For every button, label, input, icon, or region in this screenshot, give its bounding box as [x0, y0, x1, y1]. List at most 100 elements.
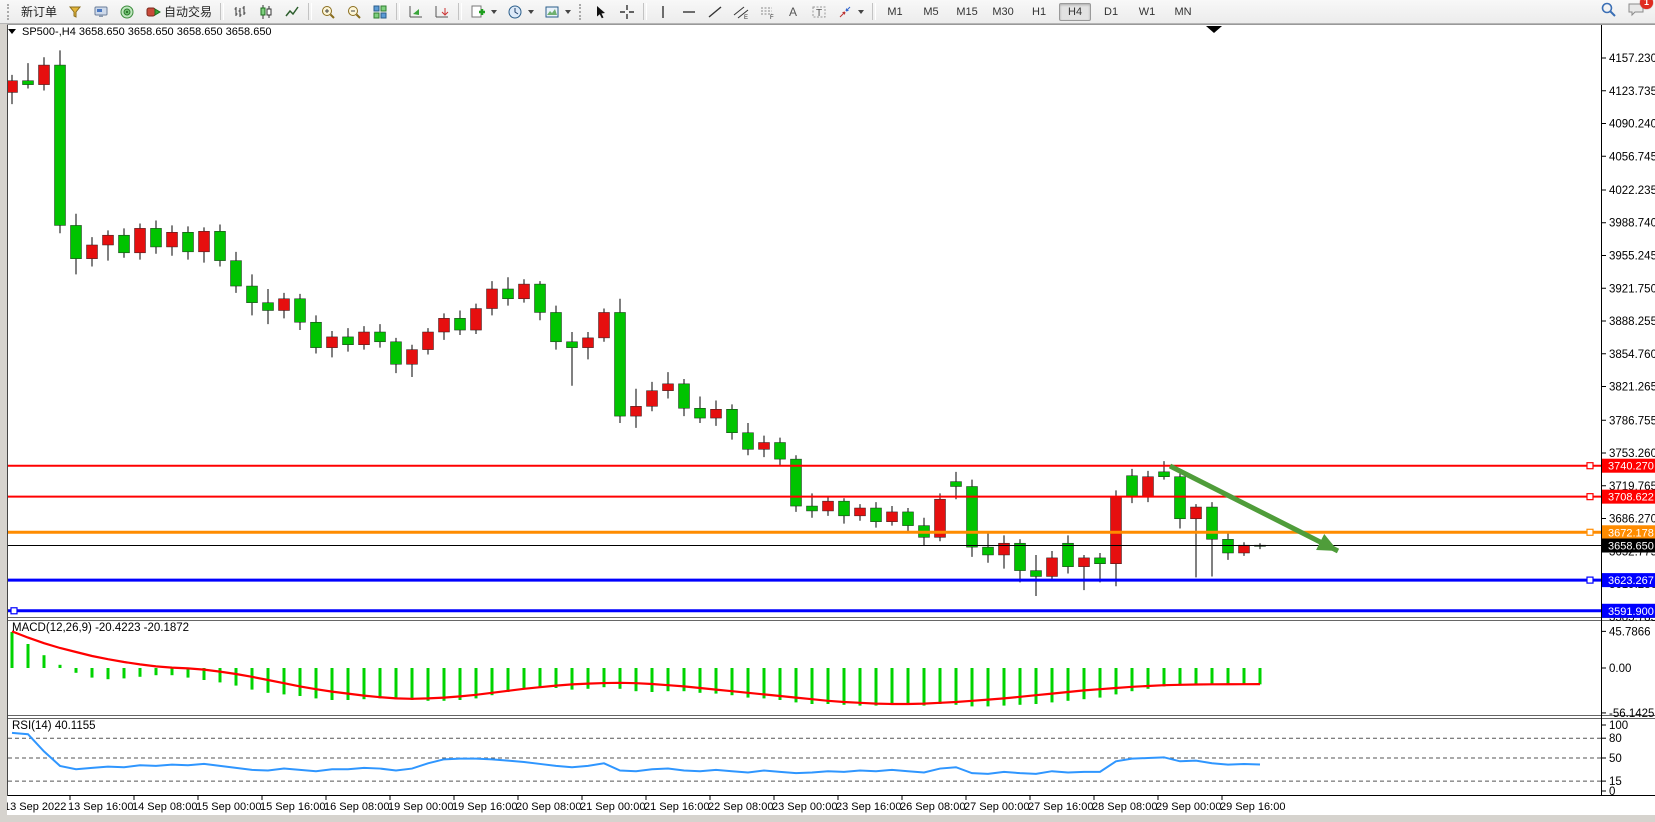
timeframe-button-m5[interactable]: M5	[915, 3, 947, 21]
timeframe-button-d1[interactable]: D1	[1095, 3, 1127, 21]
line-handle[interactable]	[1587, 494, 1593, 500]
terminal-icon[interactable]	[88, 1, 114, 23]
line-handle[interactable]	[1587, 463, 1593, 469]
candle-body	[375, 332, 386, 342]
tile-windows-icon[interactable]	[367, 1, 393, 23]
fibonacci-tool[interactable]: F	[754, 1, 780, 23]
dropdown-caret	[491, 10, 497, 14]
candle-body	[759, 443, 770, 450]
rsi-axis-tick-label: 80	[1609, 733, 1622, 745]
time-axis-label: 14 Sep 08:00	[132, 801, 197, 813]
macd-axis-tick-label: 0.00	[1609, 663, 1631, 675]
price-axis-tick-label: 3988.740	[1609, 218, 1655, 230]
auto-scroll-icon[interactable]	[429, 1, 455, 23]
time-axis-label: 28 Sep 08:00	[1092, 801, 1157, 813]
chart-menu-triangle[interactable]	[8, 29, 16, 34]
new-order-button[interactable]: 新订单	[16, 1, 62, 23]
autotrade-button[interactable]: 自动交易	[140, 1, 217, 23]
line-handle[interactable]	[11, 608, 17, 614]
candle-body	[55, 65, 66, 225]
text-label-tool[interactable]: T	[806, 1, 832, 23]
period-clock-button[interactable]	[502, 1, 539, 23]
candle-body	[503, 289, 514, 299]
candle-body	[551, 312, 562, 341]
time-axis-label: 21 Sep 16:00	[644, 801, 709, 813]
timeframe-button-m1[interactable]: M1	[879, 3, 911, 21]
candle-body	[743, 433, 754, 450]
line-chart-icon[interactable]	[279, 1, 305, 23]
mt4-window: 新订单 自动交易	[0, 0, 1655, 822]
price-badge-label: 3708.622	[1608, 492, 1654, 504]
price-axis-tick-label: 4090.240	[1609, 119, 1655, 131]
candle-body	[967, 487, 978, 548]
trendline-tool[interactable]	[702, 1, 728, 23]
chart-shift-icon[interactable]	[403, 1, 429, 23]
horizontal-line-tool[interactable]	[676, 1, 702, 23]
candle-body	[167, 232, 178, 247]
candle-body	[535, 284, 546, 312]
time-axis-label: 27 Sep 16:00	[1028, 801, 1093, 813]
candle-body	[1223, 539, 1234, 553]
zoom-in-icon[interactable]	[315, 1, 341, 23]
timeframe-button-h4[interactable]: H4	[1059, 3, 1091, 21]
candle-body	[1191, 507, 1202, 519]
candle-body	[359, 332, 370, 345]
candle-body	[423, 332, 434, 350]
bar-chart-icon[interactable]	[227, 1, 253, 23]
equidistant-channel-tool[interactable]: E	[728, 1, 754, 23]
candle-body	[951, 482, 962, 487]
candle-body	[279, 299, 290, 311]
candlestick-chart-icon[interactable]	[253, 1, 279, 23]
add-indicator-button[interactable]	[465, 1, 502, 23]
notifications-chat-icon[interactable]: 1	[1627, 1, 1645, 22]
candle-body	[1047, 558, 1058, 577]
candle-body	[487, 289, 498, 309]
notification-badge: 1	[1640, 0, 1653, 9]
autotrade-label: 自动交易	[164, 3, 212, 20]
macd-axis-tick-label: -56.1425	[1609, 708, 1654, 720]
crosshair-tool-button[interactable]	[614, 1, 640, 23]
chart-area[interactable]: MACD(12,26,9) -20.4223 -20.1872RSI(14) 4…	[0, 0, 1655, 822]
candle-body	[727, 409, 738, 432]
candle-body	[39, 65, 50, 85]
cursor-tool-button[interactable]	[588, 1, 614, 23]
candle-body	[1015, 543, 1026, 570]
window-left-edge	[0, 24, 7, 822]
candle-body	[1175, 477, 1186, 519]
candle-body	[391, 342, 402, 364]
price-axis-tick-label: 4123.735	[1609, 86, 1655, 98]
candle-body	[855, 508, 866, 516]
timeframe-button-w1[interactable]: W1	[1131, 3, 1163, 21]
candle-body	[999, 543, 1010, 555]
candle-body	[695, 408, 706, 418]
svg-text:T: T	[816, 8, 822, 19]
candle-body	[679, 384, 690, 408]
timeframe-button-mn[interactable]: MN	[1167, 3, 1199, 21]
zoom-out-icon[interactable]	[341, 1, 367, 23]
macd-label: MACD(12,26,9) -20.4223 -20.1872	[12, 622, 189, 634]
line-handle[interactable]	[1587, 577, 1593, 583]
timeframe-button-m15[interactable]: M15	[951, 3, 983, 21]
search-icon[interactable]	[1600, 1, 1617, 23]
symbol-title: SP500-,H4 3658.650 3658.650 3658.650 365…	[22, 26, 272, 38]
candle-body	[1111, 496, 1122, 563]
timeframe-button-h1[interactable]: H1	[1023, 3, 1055, 21]
funnel-icon[interactable]	[62, 1, 88, 23]
candle-body	[151, 228, 162, 247]
price-axis-tick-label: 3888.255	[1609, 316, 1655, 328]
toolbar-separator	[643, 3, 647, 20]
broadcast-icon[interactable]	[114, 1, 140, 23]
timeframe-button-m30[interactable]: M30	[987, 3, 1019, 21]
candle-body	[1143, 477, 1154, 498]
time-axis-label: 20 Sep 08:00	[516, 801, 581, 813]
line-handle[interactable]	[1587, 529, 1593, 535]
candle-body	[583, 338, 594, 348]
price-badge-label: 3740.270	[1608, 461, 1654, 473]
candle-body	[903, 512, 914, 526]
template-button[interactable]	[539, 1, 576, 23]
arrows-tool-button[interactable]	[832, 1, 869, 23]
text-tool[interactable]: A	[780, 1, 806, 23]
vertical-line-tool[interactable]	[650, 1, 676, 23]
candle-body	[311, 322, 322, 347]
time-axis-label: 23 Sep 00:00	[772, 801, 837, 813]
